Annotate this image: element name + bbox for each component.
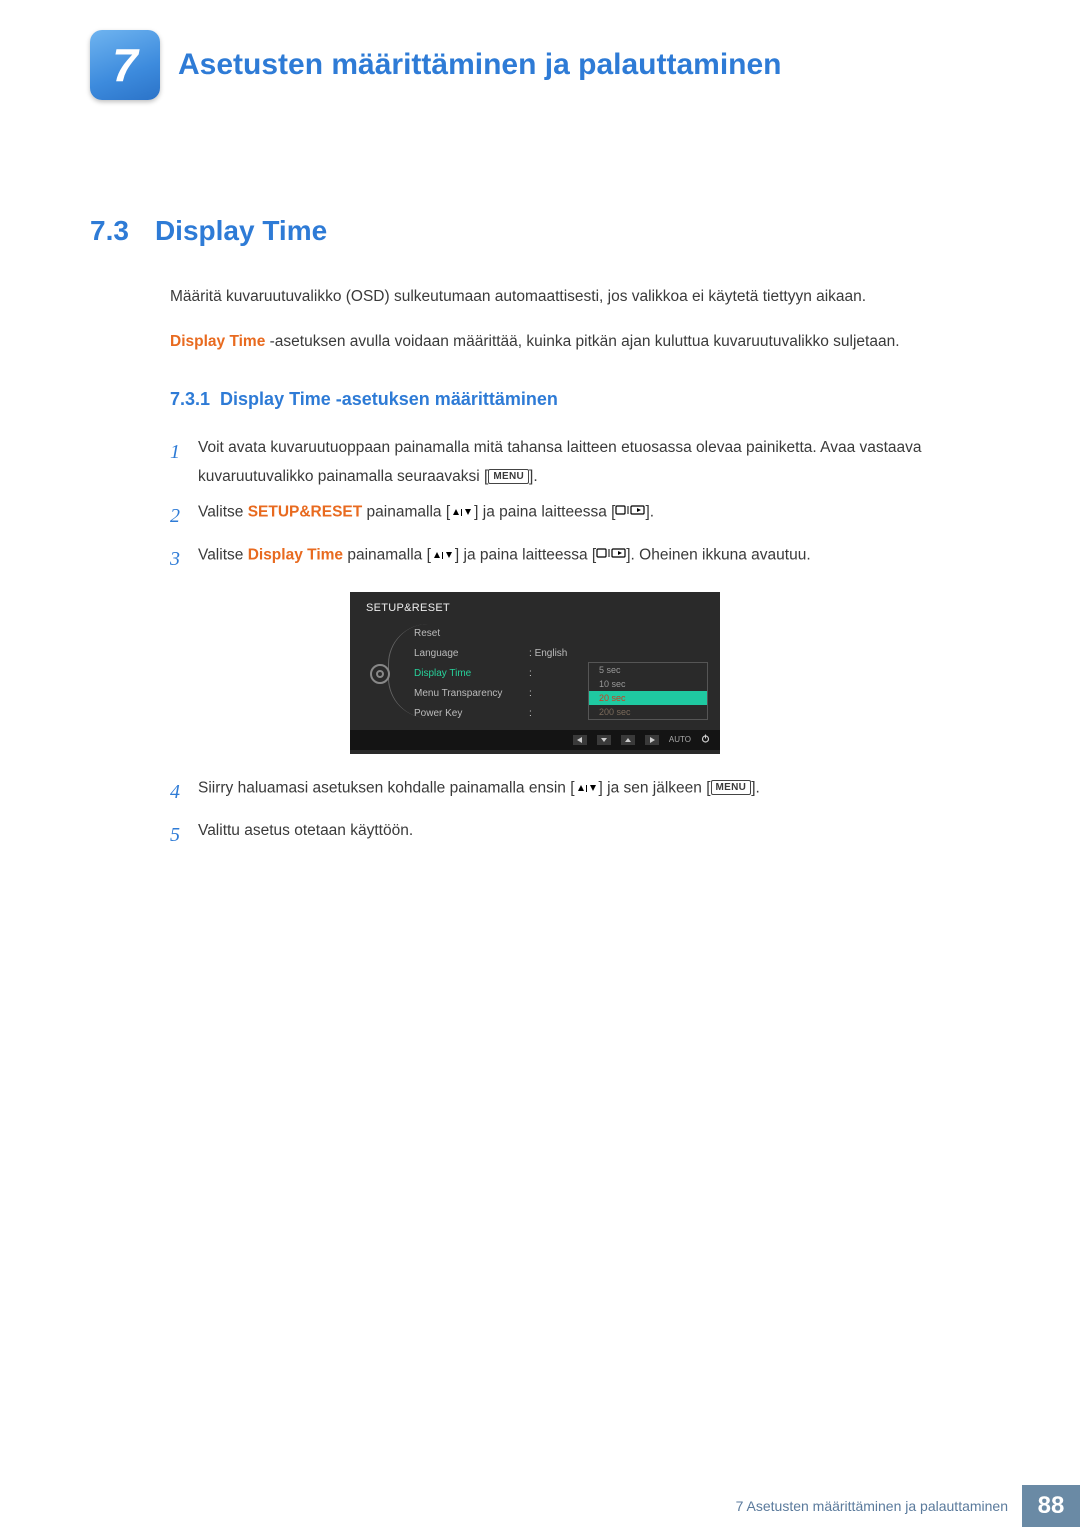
osd-colon: : [529,648,532,659]
source-enter-icon [596,541,626,570]
step-text-d: ]. [645,503,654,520]
up-down-icon [450,498,474,527]
osd-option: 5 sec [589,663,707,677]
step-text-d: ]. Oheinen ikkuna avautuu. [626,546,810,563]
menu-key: MENU [488,469,529,484]
section-title: Display Time [155,215,327,246]
step-5: 5 Valittu asetus otetaan käyttöön. [170,817,1010,854]
step-text-c: ] ja paina laitteessa [ [455,546,596,563]
step-text: Valittu asetus otetaan käyttöön. [198,817,1010,854]
osd-label: Reset [414,628,529,639]
osd-nav-down-icon [597,735,611,745]
osd-nav-enter-icon [645,735,659,745]
step-text-b: ] ja sen jälkeen [ [599,779,711,796]
chapter-number-badge: 7 [90,30,160,100]
step-number: 1 [170,434,198,491]
step-number: 2 [170,498,198,535]
subsection-title: Display Time -asetuksen määrittäminen [220,389,558,409]
step-number: 3 [170,541,198,578]
step-text-a: Siirry haluamasi asetuksen kohdalle pain… [198,779,575,796]
osd-title: SETUP&RESET [350,592,720,624]
osd-value: English [535,648,568,659]
step-text-a: Valitse [198,546,248,563]
osd-window: SETUP&RESET Reset Language: English Disp… [350,592,720,754]
footer-text: 7 Asetusten määrittäminen ja palauttamin… [736,1485,1022,1527]
intro-paragraph-1: Määritä kuvaruutuvalikko (OSD) sulkeutum… [170,283,1010,310]
step-3: 3 Valitse Display Time painamalla [ ] ja … [170,541,1010,578]
osd-option: 200 sec [589,705,707,719]
osd-colon: : [529,688,532,699]
step-1: 1 Voit avata kuvaruutuoppaan painamalla … [170,434,1010,491]
osd-label: Display Time [414,668,529,679]
osd-row-language: Language: English [414,644,712,664]
intro-rest: -asetuksen avulla voidaan määrittää, kui… [265,333,899,350]
up-down-icon [431,541,455,570]
osd-auto-label: AUTO [669,735,691,744]
step-text: Valitse Display Time painamalla [ ] ja pa… [198,541,1010,578]
osd-colon: : [529,668,532,679]
step-text-b: ]. [529,468,538,485]
osd-power-icon [701,734,710,745]
up-down-icon [575,774,599,803]
step-accent: SETUP&RESET [248,503,363,520]
menu-key: MENU [711,780,752,795]
osd-options-dropdown: 5 sec 10 sec 20 sec 200 sec [588,662,708,720]
osd-colon: : [529,708,532,719]
footer-page-number: 88 [1022,1485,1080,1527]
step-4: 4 Siirry haluamasi asetuksen kohdalle pa… [170,774,1010,811]
step-text: Voit avata kuvaruutuoppaan painamalla mi… [198,434,1010,491]
step-2: 2 Valitse SETUP&RESET painamalla [ ] ja p… [170,498,1010,535]
step-text-b: painamalla [ [343,546,431,563]
step-text-c: ] ja paina laitteessa [ [474,503,615,520]
step-text-a: Voit avata kuvaruutuoppaan painamalla mi… [198,439,922,485]
section-heading: 7.3 Display Time [90,215,1010,247]
source-enter-icon [615,498,645,527]
subsection-number: 7.3.1 [170,389,210,409]
osd-nav-left-icon [573,735,587,745]
osd-option-selected: 20 sec [589,691,707,705]
osd-label: Language [414,648,529,659]
osd-bottom-bar: AUTO [350,730,720,750]
chapter-title: Asetusten määrittäminen ja palauttaminen [178,48,782,82]
intro-paragraph-2: Display Time -asetuksen avulla voidaan m… [170,328,1010,355]
step-number: 4 [170,774,198,811]
osd-nav-up-icon [621,735,635,745]
step-text: Valitse SETUP&RESET painamalla [ ] ja pai… [198,498,1010,535]
step-number: 5 [170,817,198,854]
step-accent: Display Time [248,546,343,563]
page-footer: 7 Asetusten määrittäminen ja palauttamin… [0,1485,1080,1527]
subsection-heading: 7.3.1 Display Time -asetuksen määrittämin… [170,389,1010,410]
step-text: Siirry haluamasi asetuksen kohdalle pain… [198,774,1010,811]
osd-row-reset: Reset [414,624,712,644]
osd-label: Menu Transparency [414,688,529,699]
intro-accent: Display Time [170,333,265,350]
step-text-b: painamalla [ [362,503,450,520]
osd-option: 10 sec [589,677,707,691]
gear-icon [370,664,390,684]
section-number: 7.3 [90,215,129,246]
step-text-a: Valitse [198,503,248,520]
chapter-header: 7 Asetusten määrittäminen ja palauttamin… [90,30,1010,100]
osd-label: Power Key [414,708,529,719]
step-text-c: ]. [751,779,760,796]
